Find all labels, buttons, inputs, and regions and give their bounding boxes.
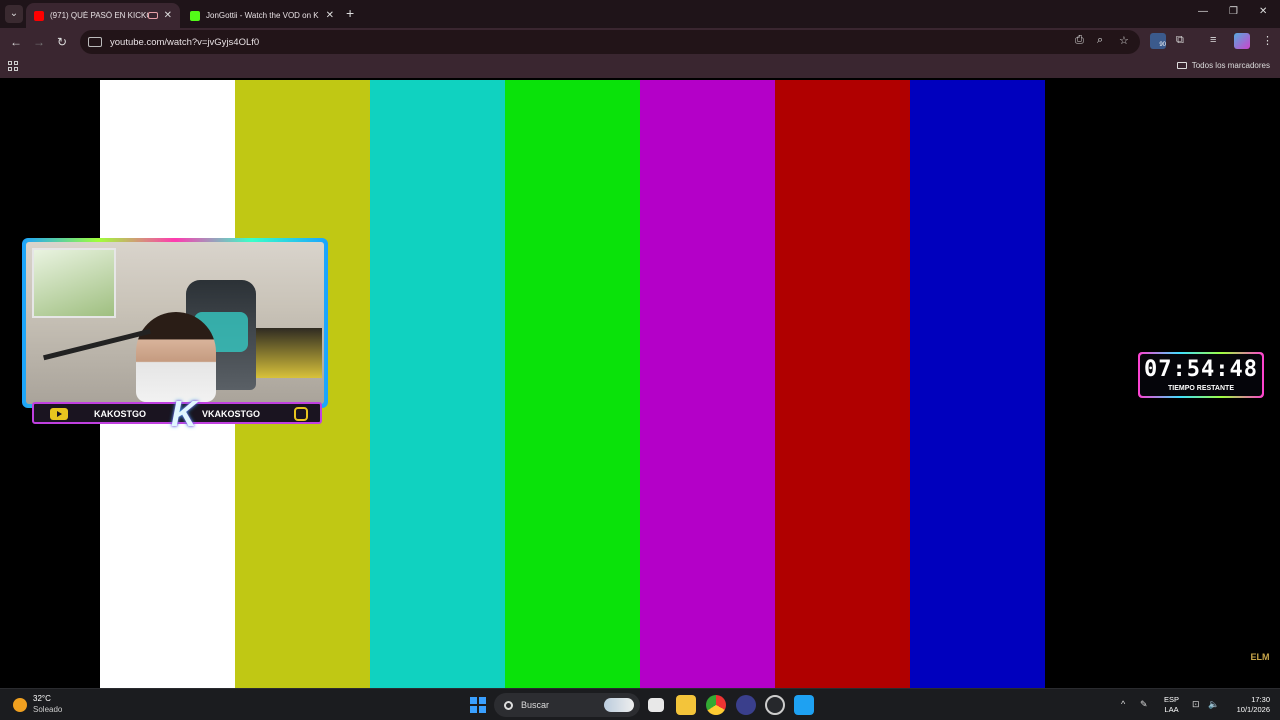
room-desk [246,328,322,378]
apps-grid-icon[interactable] [8,61,18,71]
language-indicator[interactable]: ESP LAA [1164,695,1179,715]
forward-icon[interactable]: → [33,35,45,49]
extensions-puzzle-icon[interactable]: ⧉ [1176,34,1184,47]
youtube-icon [50,408,68,420]
restore-icon[interactable]: ❐ [1229,6,1238,17]
keyboard-layout: LAA [1164,705,1179,714]
profile-avatar[interactable] [1234,33,1250,49]
tab-search-button[interactable]: ⌄ [5,5,23,23]
zoom-icon[interactable]: ⌕ [1097,34,1103,47]
task-view-icon[interactable] [648,698,664,712]
tab-title: JonGottii - Watch the VOD on K [206,11,319,20]
tab-title: (971) QUÉ PASÓ EN KICKC [50,11,148,20]
tab-kick[interactable]: JonGottii - Watch the VOD on K ✕ [182,3,342,28]
screen: ⌄ (971) QUÉ PASÓ EN KICKC ✕ JonGottii - … [0,0,1280,720]
search-placeholder: Buscar [521,700,550,710]
channel-watermark[interactable]: ELM [1250,652,1270,668]
url-text[interactable]: youtube.com/watch?v=jvGyjs4OLf0 [110,37,259,48]
back-icon[interactable]: ← [10,35,22,49]
streamer [136,312,216,402]
weather-description[interactable]: Soleado [33,705,62,714]
search-icon [504,700,513,710]
tab-close-icon[interactable]: ✕ [326,10,334,21]
network-icon[interactable]: ⊡ [1192,699,1200,710]
bookmark-star-icon[interactable]: ☆ [1119,34,1129,47]
tab-youtube[interactable]: (971) QUÉ PASÓ EN KICKC ✕ [26,3,180,28]
color-bar-6 [775,80,910,688]
volume-icon[interactable]: 🔈 [1208,699,1219,710]
social-bar: KAKOSTGO K VKAKOSTGO [32,394,322,434]
webcam-overlay: KAKOSTGO K VKAKOSTGO [22,238,328,434]
youtube-favicon-icon [34,10,44,21]
reading-list-icon[interactable]: ≡ [1210,34,1216,46]
tab-strip: ⌄ (971) QUÉ PASÓ EN KICKC ✕ JonGottii - … [0,0,1280,28]
language-code: ESP [1164,695,1180,704]
windows-taskbar: 32°C Soleado Buscar ^ ✎ ESP LAA ⊡ 🔈 17:3… [0,688,1280,720]
menu-kebab-icon[interactable]: ⋮ [1262,34,1273,47]
facebook-icon[interactable] [794,695,814,715]
all-bookmarks-label: Todos los marcadores [1191,61,1270,70]
channel-logo: K [171,393,197,434]
chrome-icon[interactable] [706,695,726,715]
weather-temperature[interactable]: 32°C [33,694,51,703]
microphone-arm [43,328,151,361]
all-bookmarks-button[interactable]: Todos los marcadores [1176,61,1270,70]
bookmarks-bar: Todos los marcadores [0,56,1280,78]
audio-playing-icon[interactable] [147,12,158,19]
clock-time: 17:30 [1251,695,1270,704]
instagram-handle: VKAKOSTGO [202,409,261,419]
install-app-icon[interactable]: ⎙ [1075,34,1084,47]
folder-icon [1176,62,1187,69]
close-window-icon[interactable]: ✕ [1259,6,1267,17]
webcam-feed [26,242,324,404]
color-bar-7 [910,80,1045,688]
extension-badge-count: 90 [1159,42,1166,48]
app-icon[interactable] [736,695,756,715]
minimize-icon[interactable]: — [1198,6,1208,17]
browser-toolbar: ← → ↻ youtube.com/watch?v=jvGyjs4OLf0 ⎙ … [0,28,1280,56]
kick-favicon-icon [190,10,200,21]
extension-badge-icon[interactable]: 90 [1150,33,1166,49]
tab-close-icon[interactable]: ✕ [164,10,172,21]
instagram-icon [294,407,308,421]
clock-date: 10/1/2026 [1236,705,1270,714]
clock[interactable]: 17:30 10/1/2026 [1226,695,1270,715]
timer-label: TIEMPO RESTANTE [1168,385,1234,392]
new-tab-button[interactable]: + [346,5,354,21]
youtube-handle: KAKOSTGO [94,409,147,419]
address-bar[interactable]: youtube.com/watch?v=jvGyjs4OLf0 [80,30,1140,54]
show-hidden-icons[interactable]: ^ [1121,699,1125,709]
countdown-timer: 07:54:48 TIEMPO RESTANTE [1138,352,1264,398]
color-bar-4 [505,80,640,688]
color-bar-3 [370,80,505,688]
webcam-frame [22,238,328,408]
start-button[interactable] [470,697,486,713]
file-explorer-icon[interactable] [676,695,696,715]
sun-icon[interactable] [13,698,27,712]
timer-value: 07:54:48 [1144,357,1258,382]
search-highlight-icon [604,698,634,712]
pen-icon[interactable]: ✎ [1140,699,1148,710]
video-player[interactable]: KAKOSTGO K VKAKOSTGO 07:54:48 TIEMPO RES… [0,80,1280,688]
site-info-icon[interactable] [88,37,102,47]
reload-icon[interactable]: ↻ [57,35,67,49]
taskbar-search[interactable]: Buscar [494,693,640,717]
obs-icon[interactable] [765,695,785,715]
room-window [32,248,116,318]
color-bar-5 [640,80,775,688]
